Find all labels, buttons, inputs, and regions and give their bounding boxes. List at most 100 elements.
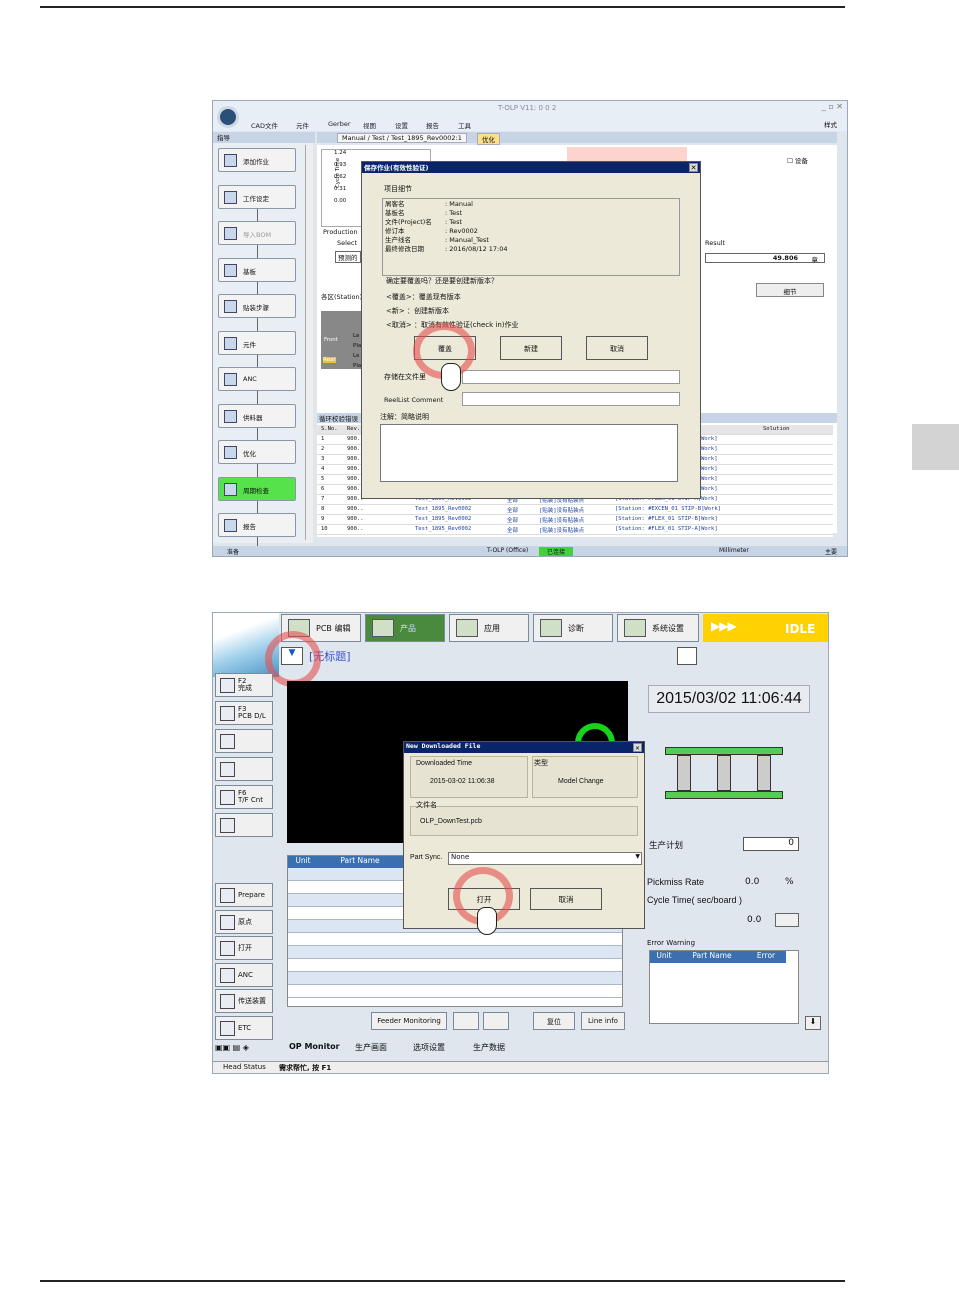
grid-row[interactable]: 9 900.. Test_1895_Rev0002 全部 [贴装]没有贴装点 [Stati… <box>317 515 833 525</box>
menu-component[interactable]: 元件 <box>296 120 309 130</box>
menu-cad[interactable]: CAD文件 <box>251 120 278 130</box>
doc-tab-optimize[interactable]: 优化 <box>477 133 500 145</box>
tool-product[interactable]: 产品 <box>365 614 445 642</box>
status-bar: Head Status 需求帮忙, 按 F1 <box>213 1061 828 1073</box>
menu-view[interactable]: 视图 <box>363 120 376 130</box>
detail-button[interactable]: 细节 <box>756 283 824 297</box>
head-status[interactable]: Head Status <box>223 1063 266 1071</box>
window-controls-icon[interactable]: _ ▫ ✕ <box>822 102 843 111</box>
line-info-button[interactable]: Line info <box>581 1012 625 1030</box>
tool-diagnosis[interactable]: 诊断 <box>533 614 613 642</box>
menu-report[interactable]: 报告 <box>426 120 439 130</box>
parts-row[interactable] <box>288 959 622 972</box>
reset-cycle-icon[interactable] <box>775 913 799 927</box>
part-sync-value: None <box>451 853 470 861</box>
function-button[interactable]: F2 完成 <box>215 673 273 697</box>
save-job-dialog: 保存作业(有效性验证) ✕ 项目细节 屑客名 基板名 文件(Project)名 修订本生… <box>361 161 701 499</box>
tool-system-settings[interactable]: 系统设置 <box>617 614 699 642</box>
operation-button[interactable]: Prepare <box>215 883 273 907</box>
function-button[interactable] <box>215 813 273 837</box>
function-button[interactable]: F6 T/F Cnt <box>215 785 273 809</box>
pie-chart-icon[interactable] <box>453 1012 479 1030</box>
conveyor-post <box>717 755 731 791</box>
doc-tab-job[interactable]: Manual / Test / Test_1895_Rev0002:1 <box>337 133 467 143</box>
save-file-field[interactable] <box>462 370 680 384</box>
part-sync-select[interactable]: None ▼ <box>448 852 642 865</box>
cancel-button[interactable]: 取消 <box>586 336 648 360</box>
grid-cell-n: 2 <box>321 446 325 452</box>
tab-op-monitor[interactable]: OP Monitor <box>289 1042 340 1051</box>
operation-button[interactable]: ANC <box>215 962 273 987</box>
operation-button[interactable]: ETC <box>215 1015 273 1040</box>
reellist-field[interactable] <box>462 392 680 406</box>
grid-cell-n: 3 <box>321 456 325 462</box>
add-job-icon <box>224 154 237 167</box>
nav-report[interactable]: 报告 <box>218 513 296 537</box>
nav-board[interactable]: 基板 <box>218 258 296 282</box>
nav-import-bom[interactable]: 导入BOM <box>218 221 296 245</box>
expand-down-icon[interactable]: ⬇ <box>805 1016 821 1030</box>
menu-gerber[interactable]: Gerber <box>328 120 351 128</box>
predict-select[interactable]: 预测的 <box>335 251 361 263</box>
nav-feeder[interactable]: 供料器 <box>218 404 296 428</box>
conveyor-bottom <box>665 791 783 799</box>
parts-row[interactable] <box>288 933 622 946</box>
equipment-checkbox[interactable]: ☐ 设备 <box>787 155 808 165</box>
grid-row[interactable]: 10 900.. Test_1895_Rev0002 全部 [贴装]没有贴装点 [Stat… <box>317 525 833 535</box>
save-icon[interactable] <box>677 647 697 665</box>
err-col-part: Part Name <box>678 951 746 963</box>
type-value: Model Change <box>558 778 604 785</box>
board-icon <box>224 264 237 277</box>
cycle-time-value: 0.0 <box>747 915 762 925</box>
menu-tools[interactable]: 工具 <box>458 120 471 130</box>
close-icon[interactable]: ✕ <box>633 743 642 752</box>
tab-options[interactable]: 选项设置 <box>413 1042 445 1053</box>
production-plan-label: 生产计划 <box>649 841 684 851</box>
grid-row[interactable]: 8 900.. Test_1895_Rev0002 全部 [贴装]没有贴装点 [Stati… <box>317 505 833 515</box>
parts-row[interactable] <box>288 972 622 985</box>
operation-label: ETC <box>238 1023 252 1032</box>
dialog-title: New Downloaded File ✕ <box>404 742 644 753</box>
nav-optimize[interactable]: 优化 <box>218 440 296 464</box>
function-button[interactable] <box>215 757 273 781</box>
doc-tab-bar: Manual / Test / Test_1895_Rev0002:1 优化 <box>317 132 837 145</box>
grid-cell-work: Work] <box>701 476 718 482</box>
nav-work-setup[interactable]: 工作设定 <box>218 185 296 209</box>
function-button[interactable]: F3 PCB D/L <box>215 701 273 725</box>
feeder-monitoring-button[interactable]: Feeder Monitoring <box>371 1012 447 1030</box>
parts-row[interactable] <box>288 985 622 998</box>
nav-anc[interactable]: ANC <box>218 367 296 391</box>
reset-button[interactable]: 复位 <box>533 1012 575 1030</box>
err-col-error: Error <box>746 951 786 963</box>
style-menu[interactable]: 样式 <box>824 119 837 129</box>
tab-production[interactable]: 生产画面 <box>355 1042 387 1053</box>
work-setup-icon <box>224 191 237 204</box>
new-button[interactable]: 新建 <box>500 336 562 360</box>
nav-placement-step[interactable]: 贴装步骤 <box>218 294 296 318</box>
app-logo-icon[interactable] <box>217 106 239 128</box>
nav-add-job[interactable]: 添加作业 <box>218 148 296 172</box>
nav-scrollbar[interactable] <box>305 145 313 540</box>
operation-button[interactable]: 原点 <box>215 909 273 934</box>
grid-cell-job: Test_1895_Rev0002 <box>415 516 472 522</box>
operation-button[interactable]: 打开 <box>215 936 273 960</box>
app-title: T-OLP V11: 0 0 2 <box>498 104 557 112</box>
nav-cycle-check[interactable]: 周期检查 <box>218 477 296 501</box>
function-icon <box>220 678 235 693</box>
function-button[interactable] <box>215 729 273 753</box>
cancel-button[interactable]: 取消 <box>530 888 602 910</box>
close-icon[interactable]: ✕ <box>689 163 698 172</box>
note-textarea[interactable] <box>380 424 678 482</box>
tool-application[interactable]: 应用 <box>449 614 529 642</box>
production-label: Production <box>323 228 358 236</box>
tab-production-data[interactable]: 生产数据 <box>473 1042 505 1053</box>
log-icon[interactable] <box>483 1012 509 1030</box>
parts-row[interactable] <box>288 946 622 959</box>
operation-icon <box>220 1020 235 1036</box>
production-plan-field[interactable]: 0 <box>743 837 799 851</box>
grid-cell-job: Test_1895_Rev0002 <box>415 506 472 512</box>
lane-panel: Front Rear <box>321 311 361 369</box>
nav-component[interactable]: 元件 <box>218 331 296 355</box>
menu-settings[interactable]: 设置 <box>395 120 408 130</box>
operation-button[interactable]: 传送装置 <box>215 989 273 1013</box>
